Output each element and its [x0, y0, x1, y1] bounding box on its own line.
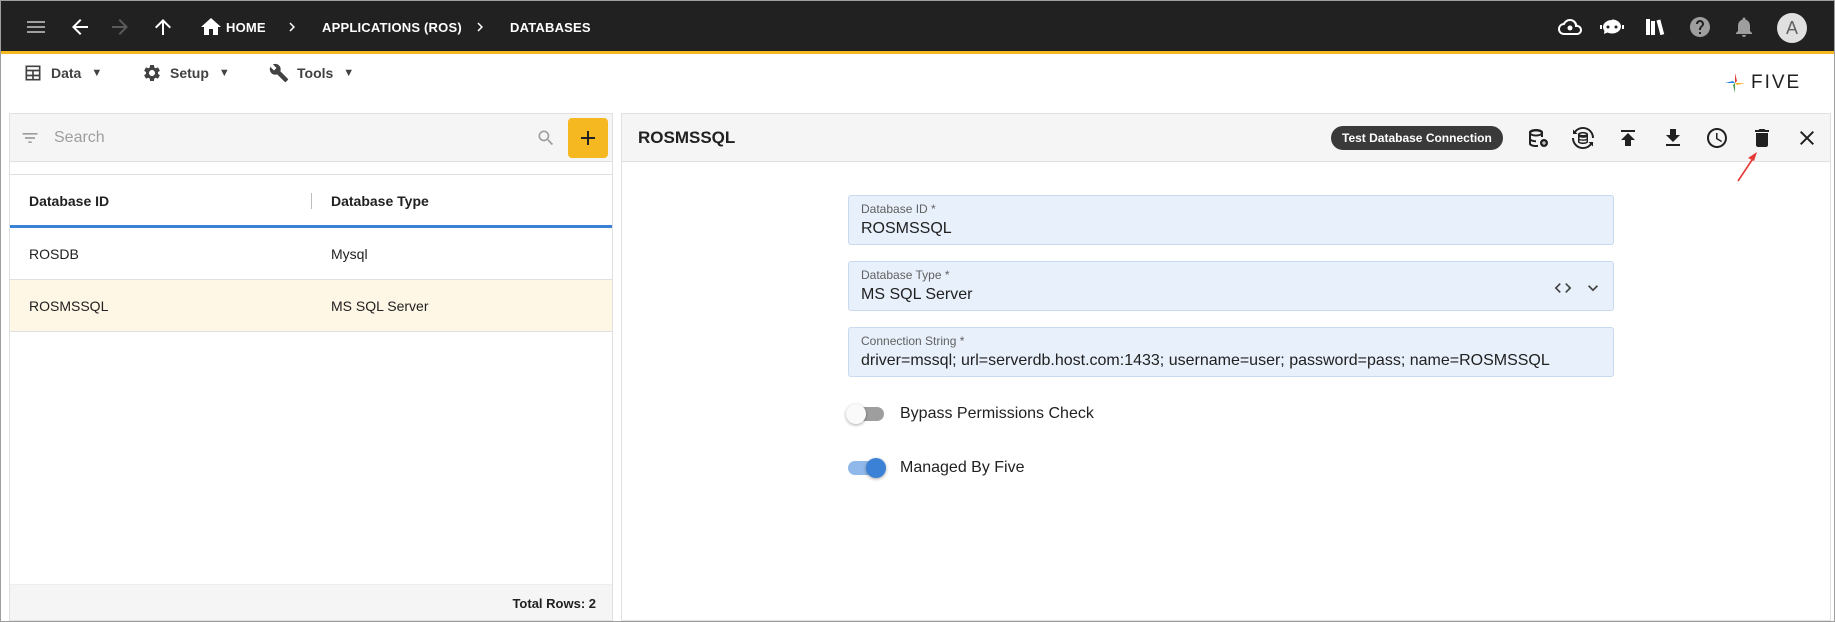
tools-icon	[269, 63, 289, 83]
menu-data-label: Data	[51, 65, 82, 81]
table-icon	[25, 65, 41, 81]
app-window: HOME APPLICATIONS (ROS) DATABASES A Data	[0, 0, 1835, 622]
code-brackets-icon[interactable]	[1553, 278, 1573, 298]
database-type-select[interactable]: Database Type * MS SQL Server	[848, 261, 1614, 311]
caret-down-icon: ▼	[218, 67, 230, 79]
five-logo: FIVE	[1723, 71, 1801, 95]
database-detail-panel: ROSMSSQL Test Database Connection Databa…	[621, 113, 1831, 621]
download-icon[interactable]	[1661, 126, 1685, 150]
five-logo-icon	[1725, 73, 1745, 93]
forward-arrow-icon[interactable]	[107, 14, 133, 40]
table-row-selected[interactable]: ROSMSSQL MS SQL Server	[10, 280, 612, 332]
toggle-knob[interactable]	[846, 404, 866, 424]
top-app-bar: HOME APPLICATIONS (ROS) DATABASES A	[1, 1, 1834, 54]
database-id-label: Database ID *	[861, 202, 936, 216]
detail-title: ROSMSSQL	[638, 128, 736, 147]
upload-icon[interactable]	[1616, 126, 1640, 150]
menu-setup[interactable]: Setup ▼	[142, 63, 230, 83]
database-sync-icon[interactable]	[1571, 126, 1595, 150]
search-input[interactable]	[54, 124, 524, 152]
caret-down-icon: ▼	[343, 67, 355, 79]
managed-by-five-toggle[interactable]: Managed By Five	[848, 458, 1025, 478]
database-id-field[interactable]: Database ID * ROSMSSQL	[848, 195, 1614, 245]
chevron-down-icon[interactable]	[1583, 278, 1603, 298]
history-clock-icon[interactable]	[1705, 126, 1729, 150]
column-header-database-type[interactable]: Database Type	[331, 193, 429, 209]
plus-icon	[581, 131, 595, 145]
toggle-track[interactable]	[846, 404, 884, 424]
connection-string-field[interactable]: Connection String * driver=mssql; url=se…	[848, 327, 1614, 377]
database-list-panel: Database ID Database Type ROSDB Mysql RO…	[9, 113, 613, 621]
breadcrumb-home[interactable]: HOME	[226, 20, 266, 35]
caret-down-icon: ▼	[91, 67, 103, 79]
home-icon[interactable]	[198, 14, 224, 40]
cell-database-id: ROSMSSQL	[29, 298, 109, 314]
cell-database-type: Mysql	[331, 246, 368, 262]
chatbot-icon[interactable]	[1599, 14, 1625, 40]
breadcrumb-applications[interactable]: APPLICATIONS (ROS)	[322, 20, 462, 35]
menu-tools-label: Tools	[297, 65, 334, 81]
toggle-track[interactable]	[848, 458, 886, 478]
detail-header: ROSMSSQL Test Database Connection	[622, 114, 1830, 162]
annotation-arrow	[1737, 152, 1757, 182]
table-row[interactable]: ROSDB Mysql	[10, 228, 612, 280]
notification-bell-icon[interactable]	[1731, 14, 1757, 40]
breadcrumb-databases[interactable]: DATABASES	[510, 20, 591, 35]
search-icon[interactable]	[536, 128, 556, 148]
menu-tools[interactable]: Tools ▼	[269, 63, 354, 83]
table-footer: Total Rows: 2	[10, 584, 612, 620]
help-icon[interactable]	[1687, 14, 1713, 40]
user-avatar[interactable]: A	[1777, 13, 1807, 43]
database-type-label: Database Type *	[861, 268, 950, 282]
menu-setup-label: Setup	[170, 65, 209, 81]
column-divider[interactable]	[311, 193, 312, 209]
chevron-right-icon	[283, 18, 301, 36]
database-type-value[interactable]: MS SQL Server	[861, 286, 972, 304]
test-database-connection-button[interactable]: Test Database Connection	[1331, 126, 1503, 150]
menu-bar: Data ▼ Setup ▼ Tools ▼	[1, 57, 1834, 97]
database-add-icon[interactable]	[1526, 126, 1550, 150]
cell-database-type: MS SQL Server	[331, 298, 429, 314]
up-arrow-icon[interactable]	[150, 14, 176, 40]
chevron-right-icon	[471, 18, 489, 36]
close-icon[interactable]	[1795, 126, 1819, 150]
filter-icon[interactable]	[20, 128, 40, 148]
toggle-knob[interactable]	[866, 458, 886, 478]
search-bar	[10, 114, 612, 162]
managed-by-five-label: Managed By Five	[900, 459, 1025, 476]
connection-string-label: Connection String *	[861, 334, 965, 348]
database-id-value[interactable]: ROSMSSQL	[861, 220, 952, 238]
total-rows-count: Total Rows: 2	[512, 596, 596, 611]
connection-string-value[interactable]: driver=mssql; url=serverdb.host.com:1433…	[861, 352, 1550, 370]
cloud-sync-icon[interactable]	[1557, 14, 1583, 40]
table-header: Database ID Database Type	[10, 174, 612, 228]
database-table: Database ID Database Type ROSDB Mysql RO…	[10, 174, 612, 332]
add-record-button[interactable]	[568, 118, 608, 158]
bypass-permissions-label: Bypass Permissions Check	[900, 405, 1094, 422]
library-books-icon[interactable]	[1642, 14, 1668, 40]
hamburger-menu-icon[interactable]	[23, 14, 49, 40]
bypass-permissions-toggle[interactable]: Bypass Permissions Check	[846, 404, 1094, 424]
back-arrow-icon[interactable]	[67, 14, 93, 40]
gear-icon	[144, 65, 160, 81]
cell-database-id: ROSDB	[29, 246, 79, 262]
column-header-database-id[interactable]: Database ID	[29, 193, 109, 209]
delete-trash-icon[interactable]	[1750, 126, 1774, 150]
logo-text: FIVE	[1751, 72, 1802, 93]
menu-data[interactable]: Data ▼	[23, 63, 102, 83]
